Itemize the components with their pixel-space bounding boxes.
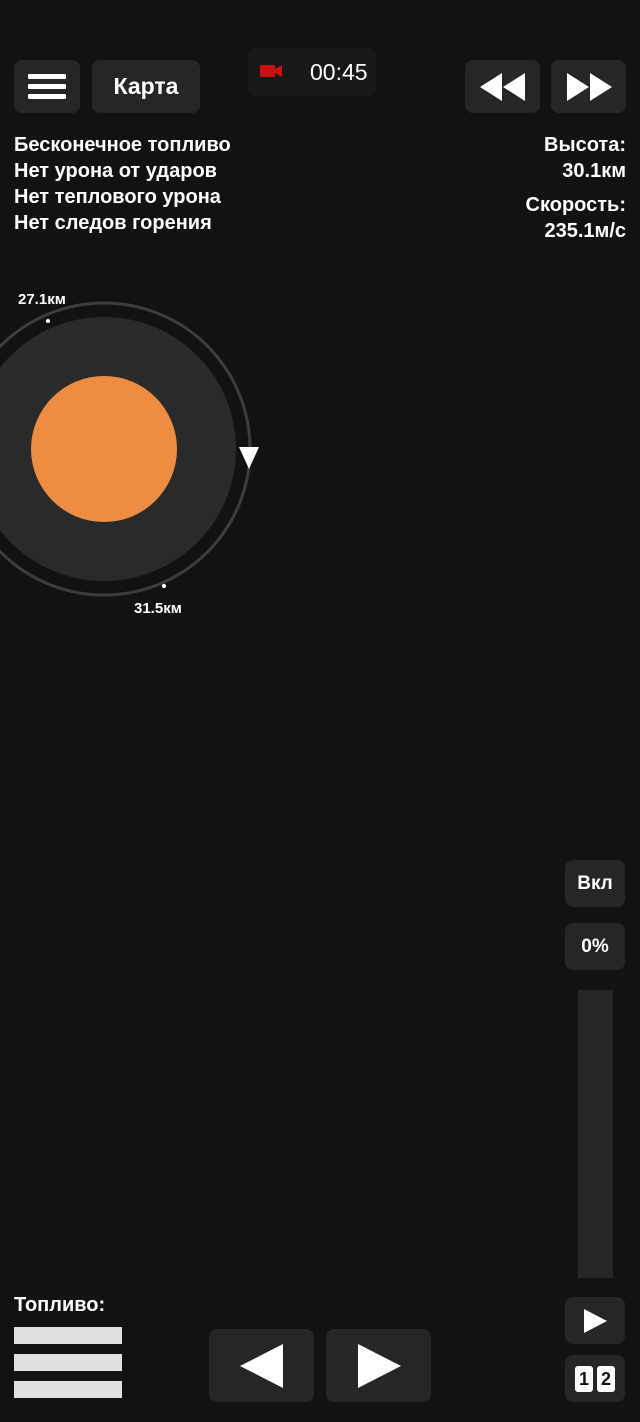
fuel-bar-1 — [14, 1327, 122, 1344]
menu-button[interactable] — [14, 60, 80, 113]
cheat-no-impact-damage: Нет урона от ударов — [14, 160, 217, 182]
stage-digit-2: 2 — [597, 1365, 615, 1392]
throttle-percent: 0% — [565, 923, 625, 970]
stage-digit-1: 1 — [575, 1365, 593, 1392]
apoapsis-label: 27.1км — [18, 291, 66, 308]
rotate-right-icon — [357, 1343, 401, 1388]
hamburger-icon — [28, 69, 66, 104]
rotate-left-icon — [239, 1343, 283, 1388]
altitude-label: Высота: — [544, 134, 626, 156]
rewind-icon — [479, 72, 525, 101]
planet — [31, 376, 177, 522]
cheat-no-heat-damage: Нет теплового урона — [14, 186, 221, 208]
rewind-button[interactable] — [465, 60, 540, 113]
play-icon — [584, 1308, 607, 1333]
fuel-bar-2 — [14, 1354, 122, 1371]
speed-value: 235.1м/с — [544, 220, 626, 242]
recording-indicator: 00:45 — [248, 48, 376, 96]
timer-text: 00:45 — [310, 59, 368, 85]
orbit-map — [0, 301, 259, 597]
periapsis-marker — [162, 584, 166, 588]
cheat-infinite-fuel: Бесконечное топливо — [14, 134, 231, 156]
stage-selector-button[interactable]: 1 2 — [565, 1355, 625, 1402]
periapsis-label: 31.5км — [134, 600, 182, 617]
altitude-value: 30.1км — [562, 160, 626, 182]
craft-direction-icon — [239, 447, 259, 469]
record-icon — [260, 64, 282, 78]
throttle-toggle-button[interactable]: Вкл — [565, 860, 625, 907]
stage-play-button[interactable] — [565, 1297, 625, 1344]
apoapsis-marker — [46, 319, 50, 323]
fast-forward-button[interactable] — [551, 60, 626, 113]
fuel-label: Топливо: — [14, 1294, 106, 1316]
rotate-left-button[interactable] — [209, 1329, 314, 1402]
fast-forward-icon — [566, 72, 612, 101]
map-button[interactable]: Карта — [92, 60, 200, 113]
throttle-slider[interactable] — [578, 990, 613, 1278]
cheat-no-burn-marks: Нет следов горения — [14, 212, 212, 234]
fuel-bar-3 — [14, 1381, 122, 1398]
rotate-right-button[interactable] — [326, 1329, 431, 1402]
speed-label: Скорость: — [525, 194, 626, 216]
